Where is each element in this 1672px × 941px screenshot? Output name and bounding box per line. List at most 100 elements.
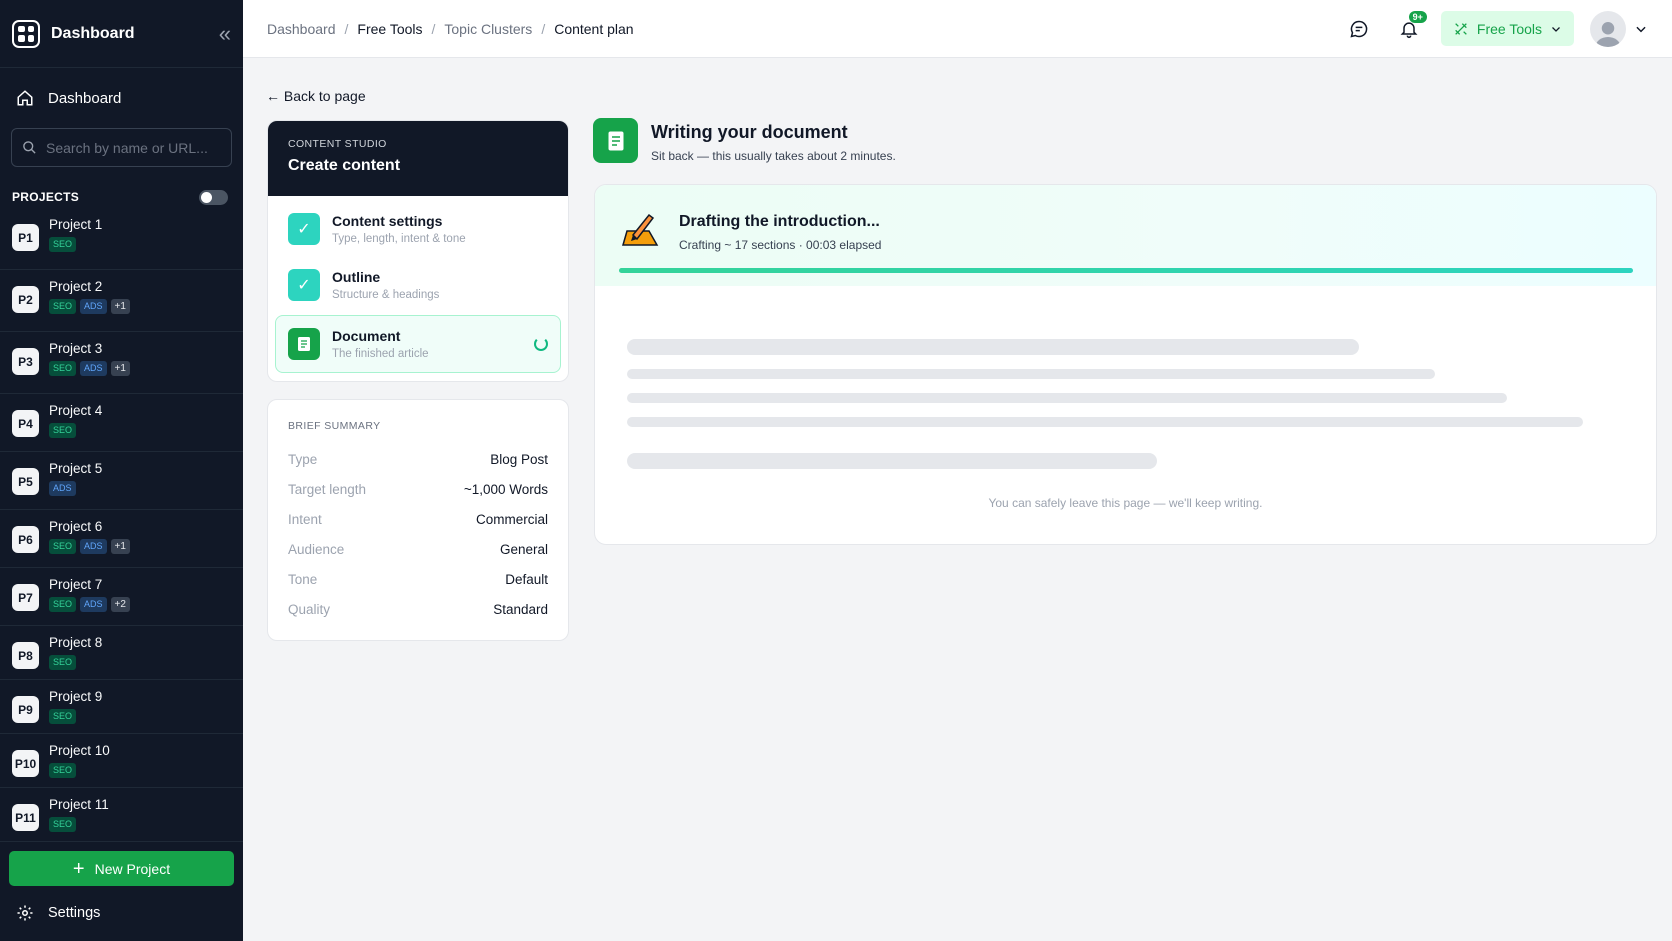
sidebar-item-project[interactable]: P11 Project 11 SEO (0, 788, 243, 842)
search-input[interactable] (46, 139, 216, 156)
project-tags: SEO ADS +1 (49, 361, 130, 376)
breadcrumb-separator: / (344, 20, 349, 37)
project-info: Project 10 SEO (49, 743, 110, 778)
project-badge: P11 (12, 804, 39, 831)
project-tag: ADS (80, 361, 107, 376)
free-tools-label: Free Tools (1476, 20, 1542, 37)
project-tag: ADS (49, 481, 76, 496)
project-info: Project 5 ADS (49, 461, 102, 496)
sidebar-item-project[interactable]: P8 Project 8 SEO (0, 626, 243, 680)
breadcrumb-separator: / (541, 20, 546, 37)
settings-label: Settings (48, 905, 101, 921)
project-info: Project 11 SEO (49, 797, 109, 832)
document-icon (288, 328, 320, 360)
breadcrumb: Dashboard / Free Tools / Topic Clusters … (267, 21, 1341, 37)
notifications-button[interactable]: 9+ (1391, 10, 1427, 47)
step-document[interactable]: Document The finished article (275, 315, 561, 373)
project-info: Project 6 SEO ADS +1 (49, 519, 130, 554)
project-tags: SEO (49, 423, 102, 438)
project-info: Project 8 SEO (49, 635, 102, 670)
sidebar-item-project[interactable]: P2 Project 2 SEO ADS +1 (0, 270, 243, 332)
sidebar-item-settings[interactable]: Settings (16, 904, 100, 922)
brief-key: Target length (288, 481, 367, 497)
breadcrumb-dashboard[interactable]: Dashboard (267, 21, 336, 37)
chevron-down-icon[interactable] (1634, 22, 1648, 36)
brief-summary-eyebrow: BRIEF SUMMARY (288, 420, 381, 432)
sidebar-item-project[interactable]: P4 Project 4 SEO (0, 394, 243, 452)
writing-subtitle: Sit back — this usually takes about 2 mi… (651, 149, 896, 163)
check-icon: ✓ (288, 269, 320, 301)
project-tags: SEO (49, 763, 110, 778)
project-tag: +1 (110, 539, 130, 554)
sidebar-item-project[interactable]: P1 Project 1 SEO (0, 208, 243, 270)
writing-hand-icon (619, 211, 661, 253)
skeleton-line (627, 417, 1583, 427)
project-badge: P3 (12, 348, 39, 375)
breadcrumb-content-plan: Content plan (554, 20, 634, 37)
topbar: Dashboard / Free Tools / Topic Clusters … (243, 0, 1672, 58)
brief-key: Audience (288, 541, 345, 557)
avatar[interactable] (1590, 10, 1626, 47)
project-tag: SEO (49, 539, 77, 554)
project-tags: ADS (49, 481, 102, 496)
check-icon: ✓ (288, 213, 320, 245)
project-name: Project 3 (49, 341, 103, 356)
chat-icon (1350, 20, 1368, 38)
new-project-button[interactable]: + New Project (9, 851, 234, 886)
project-name: Project 10 (49, 743, 110, 758)
project-name: Project 8 (49, 635, 103, 650)
sidebar-item-project[interactable]: P9 Project 9 SEO (0, 680, 243, 734)
collapse-sidebar-icon[interactable]: « (219, 21, 231, 47)
project-tag: +1 (110, 299, 130, 314)
brief-value: Blog Post (490, 451, 548, 467)
brief-row: Tone Default (288, 564, 548, 594)
projects-toggle[interactable] (199, 189, 228, 205)
project-tag: SEO (49, 423, 77, 438)
project-tag: SEO (49, 709, 77, 724)
project-tag: +2 (110, 597, 130, 612)
project-tag: ADS (80, 539, 107, 554)
project-info: Project 1 SEO (49, 217, 102, 252)
sidebar-item-project[interactable]: P5 Project 5 ADS (0, 452, 243, 510)
brief-row: Target length ~1,000 Words (288, 474, 548, 504)
gear-icon (17, 905, 33, 921)
brief-row: Type Blog Post (288, 444, 548, 474)
sidebar-item-project[interactable]: P6 Project 6 SEO ADS +1 (0, 510, 243, 568)
brief-row: Quality Standard (288, 594, 548, 624)
sidebar-item-dashboard[interactable]: Dashboard (0, 68, 243, 128)
step-title: Outline (332, 269, 381, 285)
step-outline[interactable]: ✓ Outline Structure & headings (268, 257, 568, 313)
project-info: Project 3 SEO ADS +1 (49, 341, 130, 376)
messages-button[interactable] (1341, 11, 1377, 47)
brief-key: Type (288, 451, 318, 467)
step-subtitle: Type, length, intent & tone (332, 233, 466, 245)
project-search[interactable] (11, 128, 232, 167)
step-content-settings[interactable]: ✓ Content settings Type, length, intent … (268, 201, 568, 257)
skeleton-line (627, 393, 1507, 403)
progress-status: Crafting ~ 17 sections · 00:03 elapsed (679, 238, 882, 252)
step-subtitle: The finished article (332, 348, 429, 360)
sidebar-item-project[interactable]: P7 Project 7 SEO ADS +2 (0, 568, 243, 626)
progress-title: Drafting the introduction... (679, 213, 880, 230)
sidebar-title: Dashboard (51, 24, 135, 42)
breadcrumb-topic-clusters[interactable]: Topic Clusters (444, 21, 532, 37)
project-tag: SEO (49, 655, 77, 670)
free-tools-dropdown[interactable]: Free Tools (1440, 11, 1574, 46)
skeleton-line (627, 453, 1157, 469)
project-tags: SEO (49, 655, 102, 670)
project-name: Project 5 (49, 461, 103, 476)
brief-row: Audience General (288, 534, 548, 564)
brief-value: General (499, 541, 548, 557)
brief-value: ~1,000 Words (463, 481, 548, 497)
project-name: Project 2 (49, 279, 103, 294)
skeleton-line (627, 339, 1359, 355)
brief-summary-rows: Type Blog Post Target length ~1,000 Words In… (288, 444, 548, 624)
new-project-label: New Project (94, 860, 171, 877)
sidebar-item-project[interactable]: P3 Project 3 SEO ADS +1 (0, 332, 243, 394)
dashboard-grid-icon[interactable] (12, 19, 40, 48)
back-to-page-link[interactable]: ← Back to page (266, 88, 366, 104)
project-tag: SEO (49, 237, 77, 252)
sidebar-item-project[interactable]: P10 Project 10 SEO (0, 734, 243, 788)
project-tag: ADS (80, 597, 107, 612)
breadcrumb-free-tools[interactable]: Free Tools (357, 21, 422, 37)
